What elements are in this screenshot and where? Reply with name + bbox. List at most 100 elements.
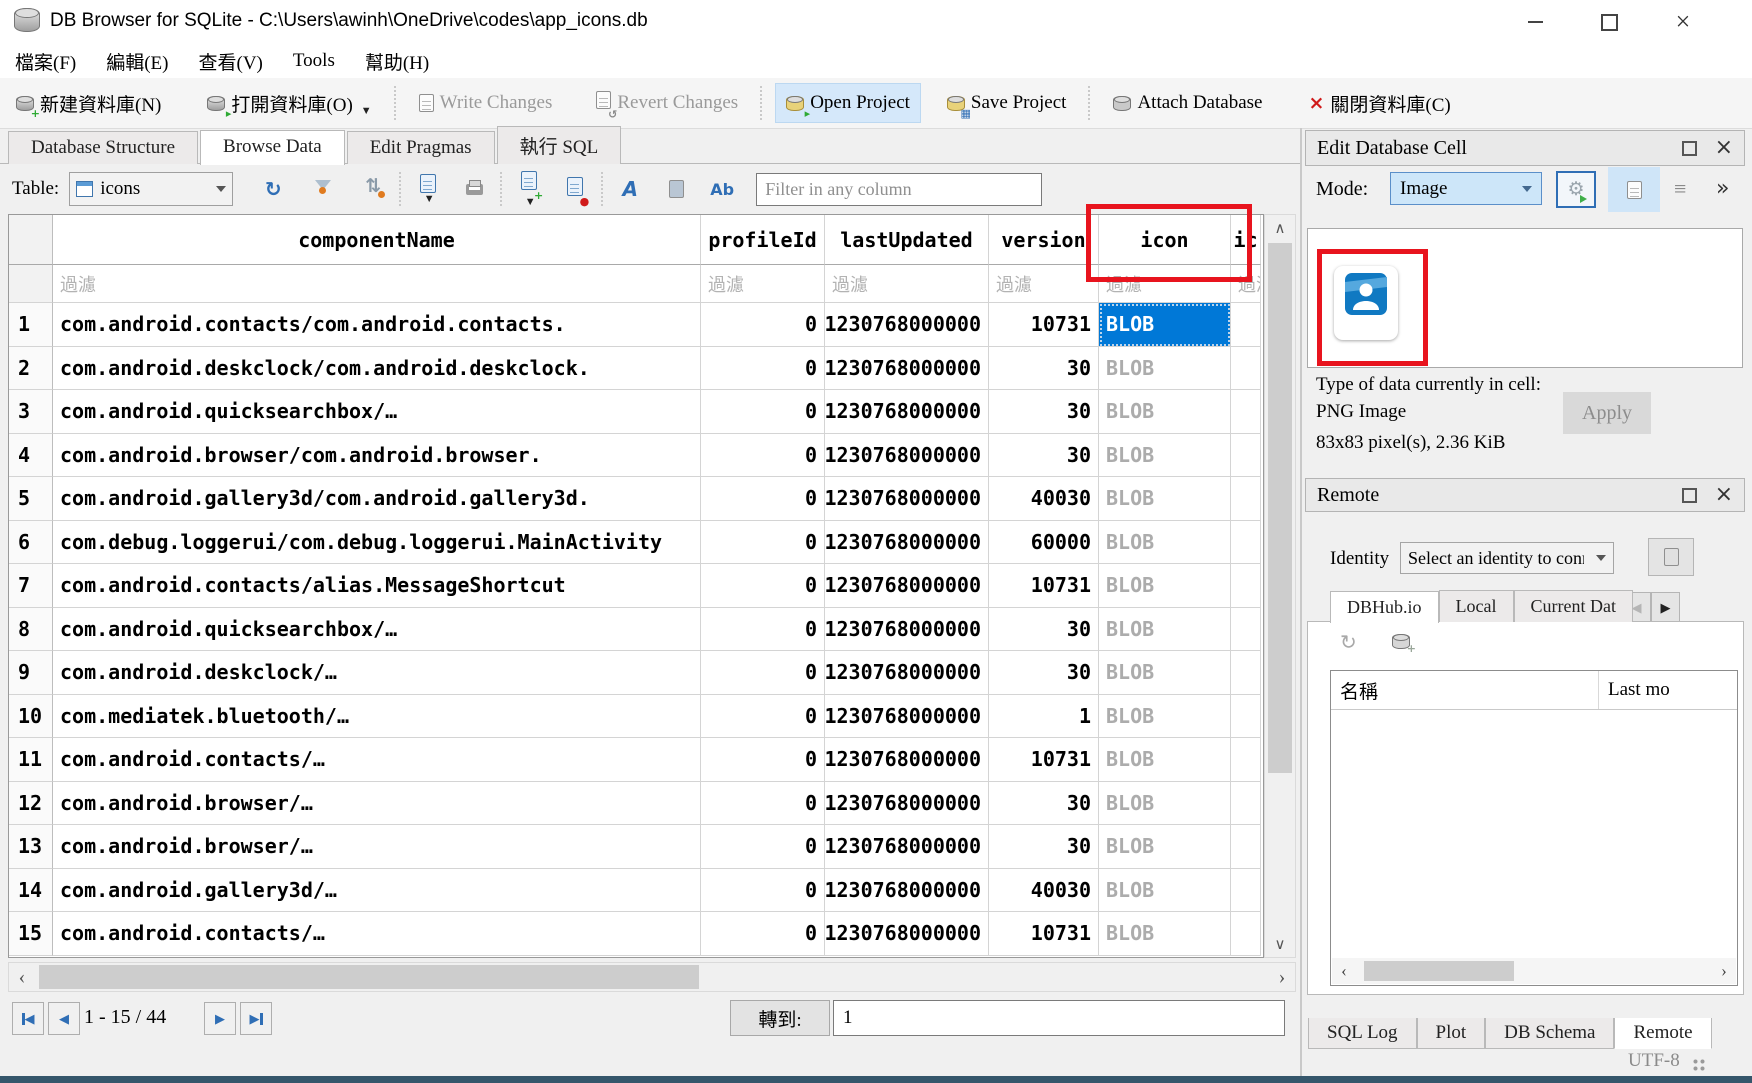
remote-tab-dbhub-io[interactable]: DBHub.io xyxy=(1330,591,1439,623)
cell-icon[interactable]: BLOB xyxy=(1099,434,1231,478)
dock-tab-plot[interactable]: Plot xyxy=(1417,1018,1486,1049)
cell-profileid[interactable]: 0 xyxy=(701,564,825,608)
new-database-button[interactable]: + 新建資料庫(N) xyxy=(6,82,171,125)
filter-any-column-input[interactable] xyxy=(756,173,1042,206)
cell-componentname[interactable]: com.android.contacts/com.android.contact… xyxy=(53,303,701,347)
filter-cell-componentname[interactable]: 過濾 xyxy=(53,265,701,303)
identity-select[interactable]: Select an identity to conne xyxy=(1400,542,1614,574)
open-project-button[interactable]: ▸ Open Project xyxy=(775,83,921,123)
cell-profileid[interactable]: 0 xyxy=(701,738,825,782)
cell-partial[interactable] xyxy=(1231,912,1261,956)
scroll-down-icon[interactable]: ∨ xyxy=(1265,931,1295,957)
cell-lastupdated[interactable]: 1230768000000 xyxy=(825,825,989,869)
goto-button[interactable]: 轉到: xyxy=(730,1000,830,1036)
filter-cell-version[interactable]: 過濾 xyxy=(989,265,1099,303)
dock-tab-db-schema[interactable]: DB Schema xyxy=(1485,1018,1614,1049)
cell-icon[interactable]: BLOB xyxy=(1099,608,1231,652)
encoding-status[interactable]: UTF-8 xyxy=(1628,1050,1680,1072)
cell-icon[interactable]: BLOB xyxy=(1099,825,1231,869)
cell-partial[interactable] xyxy=(1231,608,1261,652)
float-dock-icon[interactable] xyxy=(1682,141,1697,156)
cell-version[interactable]: 30 xyxy=(989,608,1099,652)
cell-version[interactable]: 40030 xyxy=(989,869,1099,913)
cell-componentname[interactable]: com.mediatek.bluetooth/… xyxy=(53,695,701,739)
cell-version[interactable]: 1 xyxy=(989,695,1099,739)
cell-version[interactable]: 10731 xyxy=(989,738,1099,782)
cell-icon[interactable]: BLOB xyxy=(1099,738,1231,782)
remote-tab-local[interactable]: Local xyxy=(1439,590,1514,622)
cell-icon[interactable]: BLOB xyxy=(1099,564,1231,608)
cell-partial[interactable] xyxy=(1231,303,1261,347)
toolbar-overflow-icon[interactable]: » xyxy=(1716,176,1729,201)
cell-profileid[interactable]: 0 xyxy=(701,651,825,695)
resize-grip[interactable] xyxy=(1692,1058,1706,1072)
cell-lastupdated[interactable]: 1230768000000 xyxy=(825,912,989,956)
menu-item-e[interactable]: 編輯(E) xyxy=(91,44,183,79)
cell-partial[interactable] xyxy=(1231,477,1261,521)
cell-profileid[interactable]: 0 xyxy=(701,521,825,565)
remote-tab-current-dat[interactable]: Current Dat xyxy=(1514,590,1633,622)
refresh-button[interactable]: ↻ xyxy=(255,172,291,206)
cell-partial[interactable] xyxy=(1231,434,1261,478)
remote-scrollbar-thumb[interactable] xyxy=(1364,961,1514,981)
cell-componentname[interactable]: com.android.gallery3d/… xyxy=(53,869,701,913)
mode-select[interactable]: Image xyxy=(1390,172,1542,205)
cell-partial[interactable] xyxy=(1231,782,1261,826)
cell-icon[interactable]: BLOB xyxy=(1099,347,1231,391)
cell-profileid[interactable]: 0 xyxy=(701,869,825,913)
table-select[interactable]: icons xyxy=(69,172,233,206)
cell-partial[interactable] xyxy=(1231,390,1261,434)
cell-icon[interactable]: BLOB xyxy=(1099,303,1231,347)
scroll-up-icon[interactable]: ∧ xyxy=(1265,215,1295,241)
cell-profileid[interactable]: 0 xyxy=(701,782,825,826)
cell-profileid[interactable]: 0 xyxy=(701,695,825,739)
save-table-button[interactable]: ▼ xyxy=(410,172,446,206)
dock-tab-sql-log[interactable]: SQL Log xyxy=(1308,1018,1417,1049)
cell-componentname[interactable]: com.android.quicksearchbox/… xyxy=(53,390,701,434)
close-dock-icon[interactable]: × xyxy=(1715,138,1733,158)
cell-componentname[interactable]: com.android.browser/com.android.browser. xyxy=(53,434,701,478)
cell-lastupdated[interactable]: 1230768000000 xyxy=(825,521,989,565)
print-button[interactable] xyxy=(456,172,492,206)
attach-database-button[interactable]: Attach Database xyxy=(1103,84,1272,122)
cell-version[interactable]: 30 xyxy=(989,782,1099,826)
name-column-header[interactable]: 名稱 xyxy=(1331,671,1599,709)
cell-icon[interactable]: BLOB xyxy=(1099,651,1231,695)
cell-lastupdated[interactable]: 1230768000000 xyxy=(825,738,989,782)
menu-item-h[interactable]: 幫助(H) xyxy=(350,44,444,79)
vertical-scrollbar-thumb[interactable] xyxy=(1268,243,1292,773)
first-page-button[interactable]: ◀ xyxy=(12,1002,44,1035)
cell-componentname[interactable]: com.debug.loggerui/com.debug.loggerui.Ma… xyxy=(53,521,701,565)
cell-componentname[interactable]: com.android.browser/… xyxy=(53,825,701,869)
open-database-button[interactable]: ▸ 打開資料庫(O) ▼ xyxy=(197,82,381,125)
filter-cell-icon[interactable]: 過濾 xyxy=(1099,265,1231,303)
cell-lastupdated[interactable]: 1230768000000 xyxy=(825,390,989,434)
tab-browse-data[interactable]: Browse Data xyxy=(200,130,345,165)
cell-profileid[interactable]: 0 xyxy=(701,347,825,391)
dock-tab-remote[interactable]: Remote xyxy=(1614,1018,1711,1049)
cell-partial[interactable] xyxy=(1231,564,1261,608)
cell-lastupdated[interactable]: 1230768000000 xyxy=(825,303,989,347)
import-data-button[interactable]: ⚙ xyxy=(1556,171,1596,208)
word-wrap-button[interactable]: ≡ xyxy=(1674,176,1686,202)
dictionary-button[interactable] xyxy=(658,172,694,206)
cell-version[interactable]: 10731 xyxy=(989,564,1099,608)
cell-lastupdated[interactable]: 1230768000000 xyxy=(825,477,989,521)
cell-profileid[interactable]: 0 xyxy=(701,390,825,434)
filter-cell-lastupdated[interactable]: 過濾 xyxy=(825,265,989,303)
horizontal-scrollbar-thumb[interactable] xyxy=(39,965,699,989)
column-header-version[interactable]: version xyxy=(989,215,1099,265)
freeze-columns-button[interactable]: ⇅ xyxy=(355,172,391,206)
previous-page-button[interactable]: ◀ xyxy=(48,1002,80,1035)
cell-partial[interactable] xyxy=(1231,869,1261,913)
cell-componentname[interactable]: com.android.contacts/… xyxy=(53,912,701,956)
column-header-componentname[interactable]: componentName xyxy=(53,215,701,265)
filter-cell-profileid[interactable]: 過濾 xyxy=(701,265,825,303)
vertical-scrollbar[interactable]: ∧ ∨ xyxy=(1264,214,1296,958)
cell-profileid[interactable]: 0 xyxy=(701,825,825,869)
cell-componentname[interactable]: com.android.browser/… xyxy=(53,782,701,826)
maximize-button[interactable] xyxy=(1576,0,1642,44)
panel-splitter[interactable] xyxy=(1300,128,1302,1076)
cell-lastupdated[interactable]: 1230768000000 xyxy=(825,695,989,739)
clone-database-button[interactable]: + xyxy=(1392,632,1410,650)
